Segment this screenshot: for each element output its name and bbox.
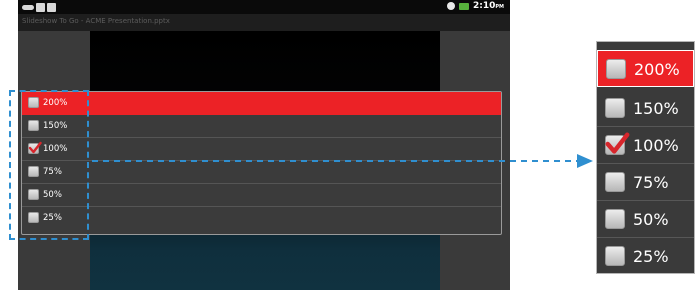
zoomed-option-50: 50%: [597, 201, 694, 238]
checkbox-icon: [605, 246, 625, 266]
checkbox-icon: [605, 98, 625, 118]
checkbox-icon: [605, 209, 625, 229]
zoomed-menu-detail: 200% 150% 100% 75% 50% 25%: [596, 41, 695, 274]
arrow-head-icon: [577, 154, 593, 168]
zoomed-option-75: 75%: [597, 164, 694, 201]
callout-arrow: [92, 154, 593, 168]
zoomed-option-100: 100%: [597, 127, 694, 164]
zoomed-option-150: 150%: [597, 90, 694, 127]
checkbox-icon: [605, 172, 625, 192]
zoomed-option-200: 200%: [597, 50, 694, 87]
checkbox-checked-icon: [605, 132, 630, 155]
checkmark-icon: [605, 132, 630, 154]
checkbox-icon: [606, 59, 626, 79]
zoomed-option-25: 25%: [597, 238, 694, 273]
